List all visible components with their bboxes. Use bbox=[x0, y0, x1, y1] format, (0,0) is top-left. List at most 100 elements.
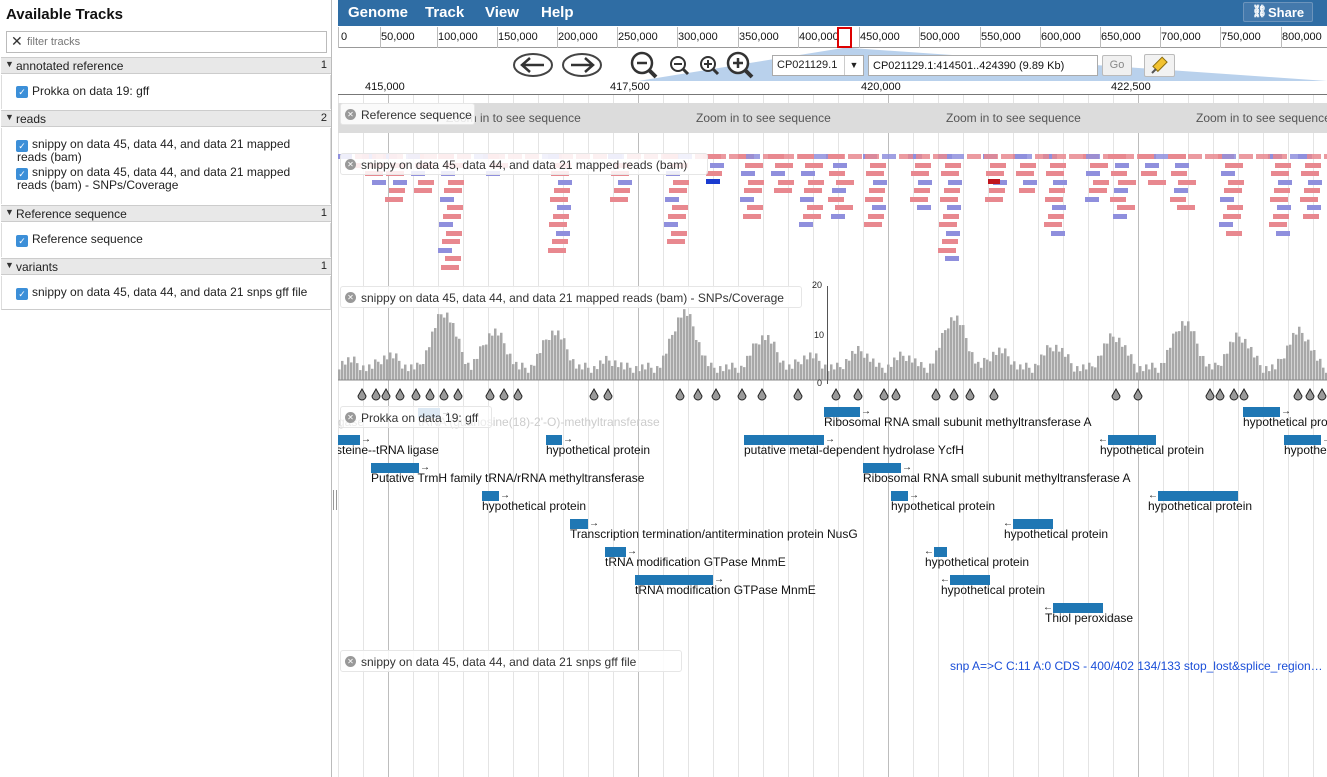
read bbox=[441, 264, 459, 270]
coverage-bar bbox=[413, 369, 416, 380]
filter-box[interactable]: ✕ bbox=[6, 31, 327, 53]
category-annotated-reference[interactable]: ▼ annotated reference 1 bbox=[1, 57, 331, 74]
track-label-snps[interactable]: ✕ snippy on data 45, data 44, and data 2… bbox=[340, 650, 682, 672]
track-item-label[interactable]: snippy on data 45, data 44, and data 21 … bbox=[17, 166, 307, 192]
coverage-bar bbox=[401, 368, 404, 380]
read bbox=[933, 154, 947, 159]
collapse-triangle-icon[interactable]: ▼ bbox=[5, 207, 14, 217]
gridline bbox=[1188, 95, 1189, 777]
menu-view[interactable]: View bbox=[485, 4, 519, 21]
read bbox=[1018, 154, 1032, 159]
gene-feature-label: hypothetical protein bbox=[1004, 527, 1109, 541]
coverage-bar bbox=[1019, 364, 1022, 380]
overview-scale[interactable]: 0 50,000 100,000 150,000 200,000 250,000 300,0… bbox=[338, 27, 1327, 48]
close-track-icon[interactable]: ✕ bbox=[345, 159, 356, 170]
share-button[interactable]: ⛓ Share bbox=[1243, 2, 1313, 22]
coverage-bar bbox=[1265, 366, 1268, 380]
track-label-coverage[interactable]: ✕ snippy on data 45, data 44, and data 2… bbox=[340, 286, 802, 308]
menu-help[interactable]: Help bbox=[541, 4, 574, 21]
coverage-bar bbox=[614, 360, 617, 380]
read bbox=[989, 188, 1005, 193]
pan-left-button[interactable] bbox=[513, 52, 553, 78]
coverage-bar bbox=[1295, 334, 1298, 380]
track-checkbox[interactable]: ✓ bbox=[16, 86, 28, 98]
track-area[interactable]: Zoom in to see sequence Zoom in to see se… bbox=[338, 95, 1327, 777]
read bbox=[799, 222, 813, 227]
coverage-bar bbox=[494, 328, 497, 380]
zoom-in-message: Zoom in to see sequence bbox=[1196, 111, 1327, 125]
category-variants[interactable]: ▼ variants 1 bbox=[1, 258, 331, 275]
navigation-bar: CP021129.1 ▼ Go bbox=[338, 48, 1327, 81]
coverage-bar bbox=[671, 334, 674, 380]
close-track-icon[interactable]: ✕ bbox=[345, 656, 356, 667]
track-label-reads[interactable]: ✕ snippy on data 45, data 44, and data 2… bbox=[340, 153, 708, 175]
pan-right-button[interactable] bbox=[562, 52, 602, 78]
coverage-bar bbox=[500, 332, 503, 380]
coverage-bar bbox=[1271, 364, 1274, 380]
position-ruler[interactable]: 415,000 417,500 420,000 422,500 bbox=[338, 81, 1327, 95]
overview-tick-label: 600,000 bbox=[1041, 31, 1081, 43]
close-track-icon[interactable]: ✕ bbox=[345, 109, 356, 120]
coverage-bar bbox=[644, 369, 647, 380]
read bbox=[1048, 213, 1064, 219]
menu-genome[interactable]: Genome bbox=[348, 4, 408, 21]
track-item-label[interactable]: Prokka on data 19: gff bbox=[32, 85, 149, 98]
coverage-bar bbox=[491, 335, 494, 380]
read bbox=[918, 179, 932, 185]
share-label: Share bbox=[1268, 5, 1305, 20]
track-item-label[interactable]: snippy on data 45, data 44, and data 21 … bbox=[32, 286, 307, 299]
chevron-down-icon[interactable]: ▼ bbox=[844, 56, 863, 75]
read bbox=[710, 162, 724, 168]
gridline bbox=[588, 95, 589, 777]
snp-markers[interactable] bbox=[338, 388, 1327, 402]
read bbox=[748, 179, 764, 185]
collapse-triangle-icon[interactable]: ▼ bbox=[5, 112, 14, 122]
coverage-bar bbox=[470, 369, 473, 380]
overview-current-region[interactable] bbox=[837, 27, 852, 48]
coverage-bar bbox=[509, 353, 512, 380]
gridline bbox=[513, 95, 514, 777]
zoom-in-large-icon[interactable] bbox=[724, 50, 756, 80]
track-label-prokka[interactable]: ✕ Prokka on data 19: gff bbox=[340, 406, 492, 428]
close-track-icon[interactable]: ✕ bbox=[345, 292, 356, 303]
track-checkbox[interactable]: ✓ bbox=[16, 288, 28, 300]
collapse-triangle-icon[interactable]: ▼ bbox=[5, 260, 14, 270]
coverage-bar bbox=[830, 364, 833, 380]
snp-marker-icon bbox=[853, 388, 863, 401]
filter-input[interactable] bbox=[25, 34, 321, 50]
close-track-icon[interactable]: ✕ bbox=[345, 412, 356, 423]
coverage-bar bbox=[650, 367, 653, 380]
zoom-in-icon[interactable] bbox=[698, 55, 722, 77]
zoom-out-large-icon[interactable] bbox=[628, 50, 660, 80]
read bbox=[614, 188, 630, 193]
snp-marker-icon bbox=[1215, 388, 1225, 401]
track-label-reference[interactable]: ✕ Reference sequence bbox=[340, 103, 475, 125]
coverage-bar bbox=[971, 352, 974, 380]
menu-track[interactable]: Track bbox=[425, 4, 464, 21]
category-reference-sequence[interactable]: ▼ Reference sequence 1 bbox=[1, 205, 331, 222]
highlight-button[interactable] bbox=[1144, 54, 1175, 77]
category-reads[interactable]: ▼ reads 2 bbox=[1, 110, 331, 127]
track-item-label[interactable]: Reference sequence bbox=[32, 233, 143, 246]
read bbox=[1118, 179, 1136, 185]
panel-splitter-handle[interactable] bbox=[333, 490, 337, 510]
snp-feature-label[interactable]: snp A=>C C:11 A:0 CDS - 400/402 134/133 … bbox=[950, 659, 1323, 673]
read bbox=[1227, 205, 1243, 210]
reference-sequence-select[interactable]: CP021129.1 ▼ bbox=[772, 55, 864, 76]
location-input[interactable] bbox=[868, 55, 1098, 76]
coverage-bar bbox=[1277, 358, 1280, 380]
clear-filter-icon[interactable]: ✕ bbox=[11, 33, 23, 50]
coverage-bar bbox=[1199, 356, 1202, 380]
collapse-triangle-icon[interactable]: ▼ bbox=[5, 59, 14, 69]
zoom-out-icon[interactable] bbox=[668, 55, 692, 77]
coverage-bar bbox=[524, 367, 527, 380]
go-button[interactable]: Go bbox=[1102, 55, 1132, 76]
track-item-label[interactable]: snippy on data 45, data 44, and data 21 … bbox=[17, 138, 307, 164]
coverage-bar bbox=[422, 364, 425, 380]
read bbox=[1051, 230, 1065, 236]
coverage-bar bbox=[344, 364, 347, 380]
gene-feature-label: Thiol peroxidase bbox=[1045, 611, 1134, 625]
read bbox=[947, 205, 961, 210]
track-checkbox[interactable]: ✓ bbox=[16, 235, 28, 247]
snp-marker-icon bbox=[675, 388, 685, 401]
